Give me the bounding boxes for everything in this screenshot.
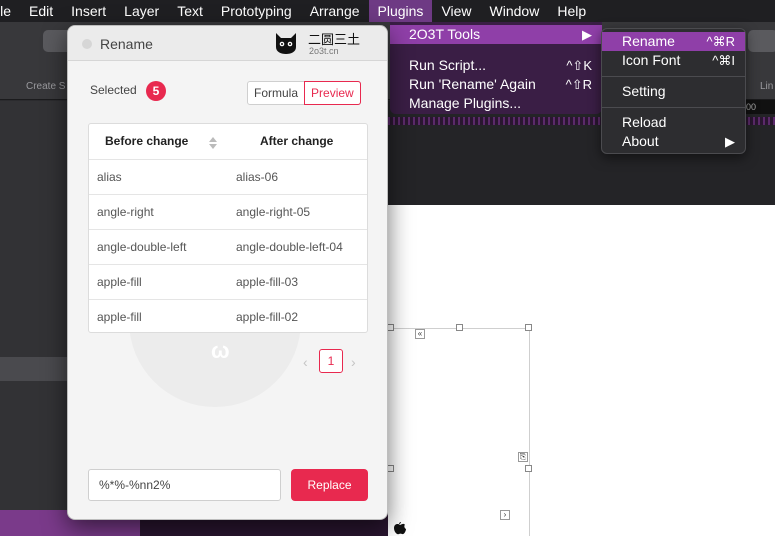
rename-pattern-input[interactable] [88,469,281,501]
mode-toggle: Formula Preview [247,81,361,105]
table-row: angle-right angle-right-05 [89,194,367,229]
resize-handle[interactable] [456,324,463,331]
after-cell: angle-double-left-04 [236,240,343,254]
menu-file[interactable]: ile [0,0,20,22]
2o3t-tools-submenu: Rename ^⌘R Icon Font ^⌘I Setting Reload … [601,28,746,154]
menu-arrange[interactable]: Arrange [301,0,369,22]
create-symbol-label: Create S [26,81,66,92]
apple-fill-icon [392,521,408,536]
menu-separator [602,76,745,77]
before-cell: alias [97,170,122,184]
angle-right-icon: › [500,510,510,520]
table-row: angle-double-left angle-double-left-04 [89,229,367,264]
submenu-item-rename[interactable]: Rename ^⌘R [602,32,745,51]
submenu-item-reload[interactable]: Reload [602,113,745,132]
table-row: alias alias-06 [89,159,367,194]
selected-count-badge: 5 [146,81,166,101]
resize-handle[interactable] [387,324,394,331]
after-cell: angle-right-05 [236,205,311,219]
before-cell: apple-fill [97,275,142,289]
submenu-item-setting[interactable]: Setting [602,82,745,101]
rename-preview-table: Before change After change alias alias-0… [88,123,368,333]
menu-edit[interactable]: Edit [20,0,62,22]
before-cell: apple-fill [97,310,142,324]
menu-help[interactable]: Help [548,0,595,22]
link-label: Lin [760,81,774,92]
selected-label: Selected [90,83,137,97]
table-row: apple-fill apple-fill-03 [89,264,367,299]
shortcut-icon-font: ^⌘I [712,53,735,68]
submenu-item-about[interactable]: About ▶ [602,132,745,151]
menu-separator [390,49,602,50]
replace-button[interactable]: Replace [291,469,368,501]
submenu-item-icon-font[interactable]: Icon Font ^⌘I [602,51,745,70]
alias-icon: ⎘ [518,452,528,462]
dialog-title: Rename [100,36,153,52]
table-row: apple-fill apple-fill-02 [89,299,367,334]
menu-item-run-rename-again[interactable]: Run 'Rename' Again ^⇧R [390,75,602,94]
before-cell: angle-right [97,205,154,219]
submenu-arrow-icon: ▶ [725,134,735,149]
menu-window[interactable]: Window [481,0,549,22]
after-cell: alias-06 [236,170,279,184]
menu-insert[interactable]: Insert [62,0,115,22]
menu-text[interactable]: Text [168,0,212,22]
before-cell: angle-double-left [97,240,187,254]
after-cell: apple-fill-02 [236,310,299,324]
angle-double-left-icon: « [415,329,425,339]
column-header-after: After change [260,134,334,148]
submenu-arrow-icon: ▶ [582,27,592,42]
menu-separator [602,107,745,108]
mode-preview[interactable]: Preview [304,81,361,105]
menu-item-2o3t-tools[interactable]: 2O3T Tools ▶ [390,25,602,44]
artboard[interactable] [390,328,530,536]
dialog-header: Rename 二圆三土 2o3t.cn [68,26,387,61]
pager-next-button[interactable]: › [351,354,356,370]
menu-item-manage-plugins[interactable]: Manage Plugins... [390,94,602,113]
menu-view[interactable]: View [432,0,480,22]
column-header-before[interactable]: Before change [105,124,188,159]
menu-prototyping[interactable]: Prototyping [212,0,301,22]
menu-item-run-script[interactable]: Run Script... ^⇧K [390,56,602,75]
brand-url: 2o3t.cn [309,46,339,56]
sort-icon[interactable] [209,137,217,149]
plugins-menu: 2O3T Tools ▶ Run Script... ^⇧K Run 'Rena… [390,22,602,114]
close-window-button[interactable] [82,39,92,49]
mode-formula[interactable]: Formula [248,82,304,104]
menu-bar: ile Edit Insert Layer Text Prototyping A… [0,0,775,22]
pager-page-1[interactable]: 1 [319,349,343,373]
link-button[interactable] [748,30,775,52]
cat-logo-icon [274,31,298,55]
shortcut-rename: ^⌘R [706,34,736,49]
resize-handle[interactable] [525,465,532,472]
rename-dialog: Rename 二圆三土 2o3t.cn Selected 5 Formula P… [67,25,388,520]
menu-plugins[interactable]: Plugins [368,0,433,22]
resize-handle[interactable] [387,465,394,472]
watermark-mark: ω [211,338,230,363]
shortcut-run-again: ^⇧R [565,77,592,92]
menu-layer[interactable]: Layer [115,0,168,22]
shortcut-run-script: ^⇧K [566,58,592,73]
after-cell: apple-fill-03 [236,275,299,289]
pager-prev-button[interactable]: ‹ [303,354,308,370]
resize-handle[interactable] [525,324,532,331]
